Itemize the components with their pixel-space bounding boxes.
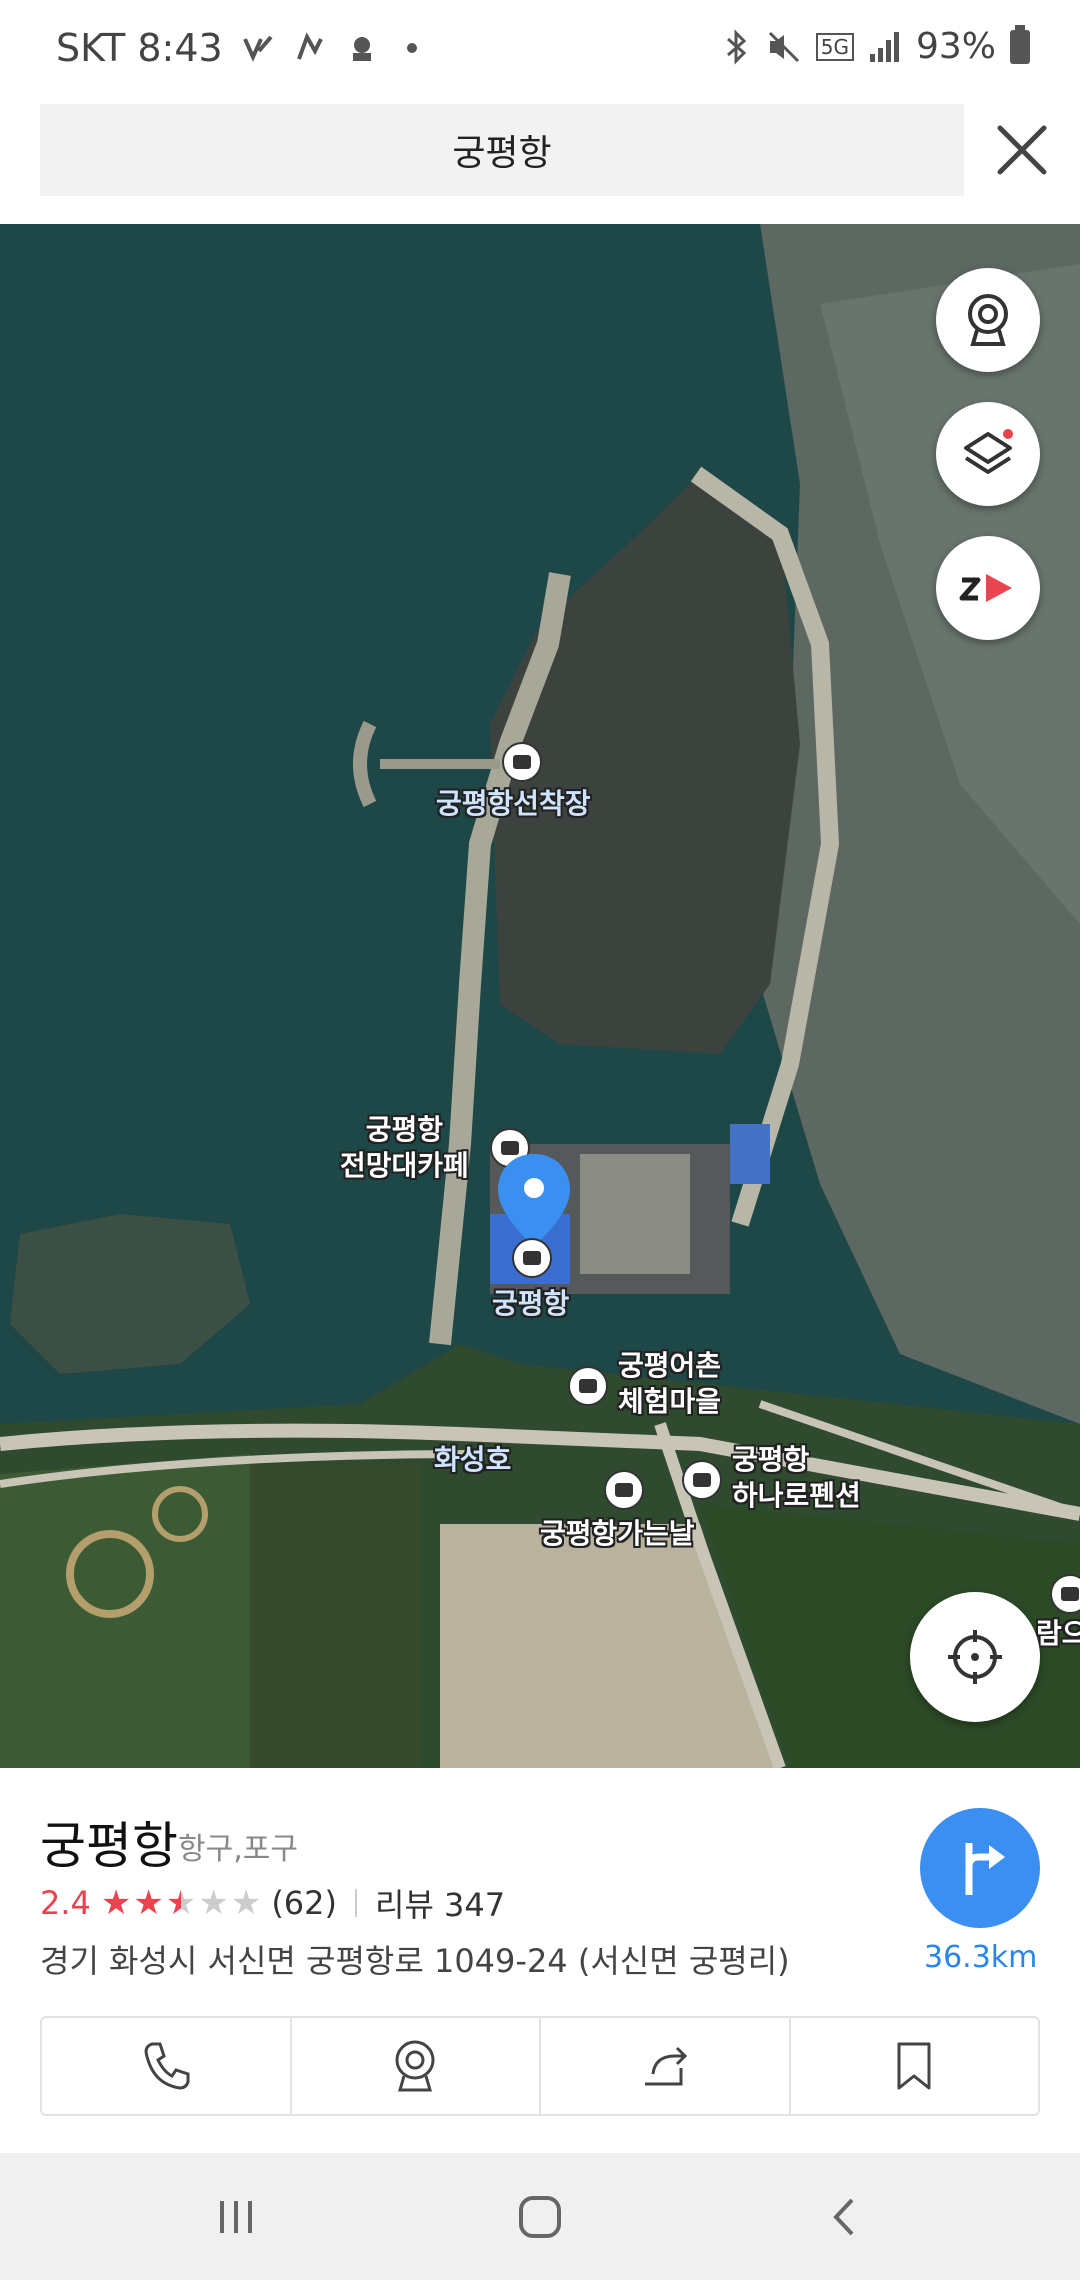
port-poi-icon[interactable]	[512, 1238, 552, 1278]
star-icon: ★	[198, 1883, 229, 1923]
map-label-village[interactable]: 궁평어촌 체험마을	[618, 1348, 721, 1420]
map-label-cafe[interactable]: 궁평항 전망대카페	[340, 1112, 469, 1184]
satellite-map[interactable]: 궁평항선착장 궁평항 전망대카페 궁평항 궁평어촌 체험마을 화성호 궁평항 하…	[0, 224, 1080, 1768]
app-notification-icon-2	[352, 37, 371, 61]
status-left: SKT 8:43	[56, 26, 417, 70]
navigation-app-button[interactable]	[936, 536, 1040, 640]
recent-apps-icon	[220, 2201, 252, 2233]
crosshair-icon	[948, 1630, 1002, 1684]
share-button[interactable]	[541, 2018, 791, 2114]
action-bar	[40, 2016, 1040, 2116]
rating-count: (62)	[271, 1884, 337, 1922]
battery-percent: 93%	[915, 26, 996, 67]
system-nav-bar	[0, 2153, 1080, 2280]
village-label-line2: 체험마을	[618, 1385, 722, 1418]
signal-icon	[869, 31, 899, 62]
z-play-icon	[959, 574, 1012, 602]
village-poi-icon[interactable]	[568, 1366, 608, 1406]
share-icon	[644, 2046, 687, 2086]
more-notifications-dot	[406, 43, 417, 53]
layers-icon	[964, 429, 1013, 474]
place-name: 궁평항	[40, 1817, 178, 1875]
close-icon[interactable]	[990, 118, 1054, 182]
going-day-poi-icon[interactable]	[604, 1470, 644, 1510]
map-label-pier[interactable]: 궁평항선착장	[436, 786, 591, 822]
layers-button[interactable]	[936, 402, 1040, 506]
bookmark-button[interactable]	[791, 2018, 1039, 2114]
mute-icon	[768, 31, 799, 62]
star-icon: ★	[133, 1883, 164, 1923]
map-label-lake[interactable]: 화성호	[434, 1442, 511, 1478]
pension-label-line1: 궁평항	[732, 1443, 810, 1476]
bluetooth-icon	[726, 28, 746, 65]
ferry-poi-icon[interactable]	[502, 742, 542, 782]
place-card[interactable]: 궁평항 항구,포구 2.4 ★ ★ ★ ★ ★ (62) 리뷰 347 경기 화…	[0, 1768, 1080, 2153]
cafe-label-line2: 전망대카페	[340, 1149, 469, 1182]
distance-label: 36.3km	[924, 1940, 1038, 1975]
star-icon: ★	[230, 1883, 262, 1923]
pension-label-line2: 하나로펜션	[732, 1479, 861, 1512]
recent-apps-button[interactable]	[206, 2189, 266, 2245]
rating-value: 2.4	[40, 1884, 91, 1922]
village-label-line1: 궁평어촌	[618, 1349, 722, 1382]
map-label-pension[interactable]: 궁평항 하나로펜션	[732, 1442, 861, 1514]
back-button[interactable]	[814, 2189, 874, 2245]
street-view-button[interactable]	[936, 268, 1040, 372]
cafe-label-line1: 궁평항	[365, 1113, 444, 1146]
place-address: 경기 화성시 서신면 궁평항로 1049-24 (서신면 궁평리)	[40, 1942, 790, 1980]
directions-button[interactable]	[920, 1808, 1040, 1928]
call-button[interactable]	[42, 2018, 292, 2114]
map-label-going-day[interactable]: 궁평항가는날	[540, 1516, 695, 1552]
half-star-icon: ★	[165, 1883, 197, 1923]
bookmark-icon	[897, 2042, 931, 2090]
carrier-time: SKT 8:43	[56, 26, 223, 70]
app-notification-icon	[296, 32, 323, 60]
search-query: 궁평항	[452, 133, 552, 174]
map-label-port[interactable]: 궁평항	[492, 1286, 569, 1322]
search-row: 궁평항	[0, 100, 1080, 224]
directions-icon	[965, 1843, 1005, 1895]
pension-poi-icon[interactable]	[682, 1460, 722, 1500]
rating-stars: ★ ★ ★ ★ ★	[101, 1883, 261, 1923]
status-bar: SKT 8:43 5G 93%	[0, 0, 1080, 100]
search-input[interactable]: 궁평항	[40, 104, 964, 196]
home-button[interactable]	[510, 2189, 570, 2245]
home-icon	[519, 2196, 561, 2238]
cctv-icon	[968, 294, 1008, 346]
battery-icon	[1010, 24, 1030, 64]
check-notification-icon	[242, 35, 273, 62]
back-icon	[833, 2198, 854, 2236]
divider	[355, 1889, 357, 1917]
network-type: 5G	[815, 32, 854, 61]
street-view-action-button[interactable]	[292, 2018, 541, 2114]
phone-icon	[144, 2042, 190, 2090]
current-location-button[interactable]	[910, 1592, 1040, 1722]
place-category: 항구,포구	[178, 1832, 298, 1867]
map-label-partial[interactable]: 람으	[1036, 1616, 1080, 1652]
star-icon: ★	[100, 1883, 132, 1923]
review-count[interactable]: 리뷰 347	[375, 1880, 505, 1926]
status-right: 5G 93%	[722, 24, 1030, 67]
rating-row: 2.4 ★ ★ ★ ★ ★ (62) 리뷰 347	[40, 1880, 505, 1926]
cctv-icon	[395, 2040, 435, 2092]
